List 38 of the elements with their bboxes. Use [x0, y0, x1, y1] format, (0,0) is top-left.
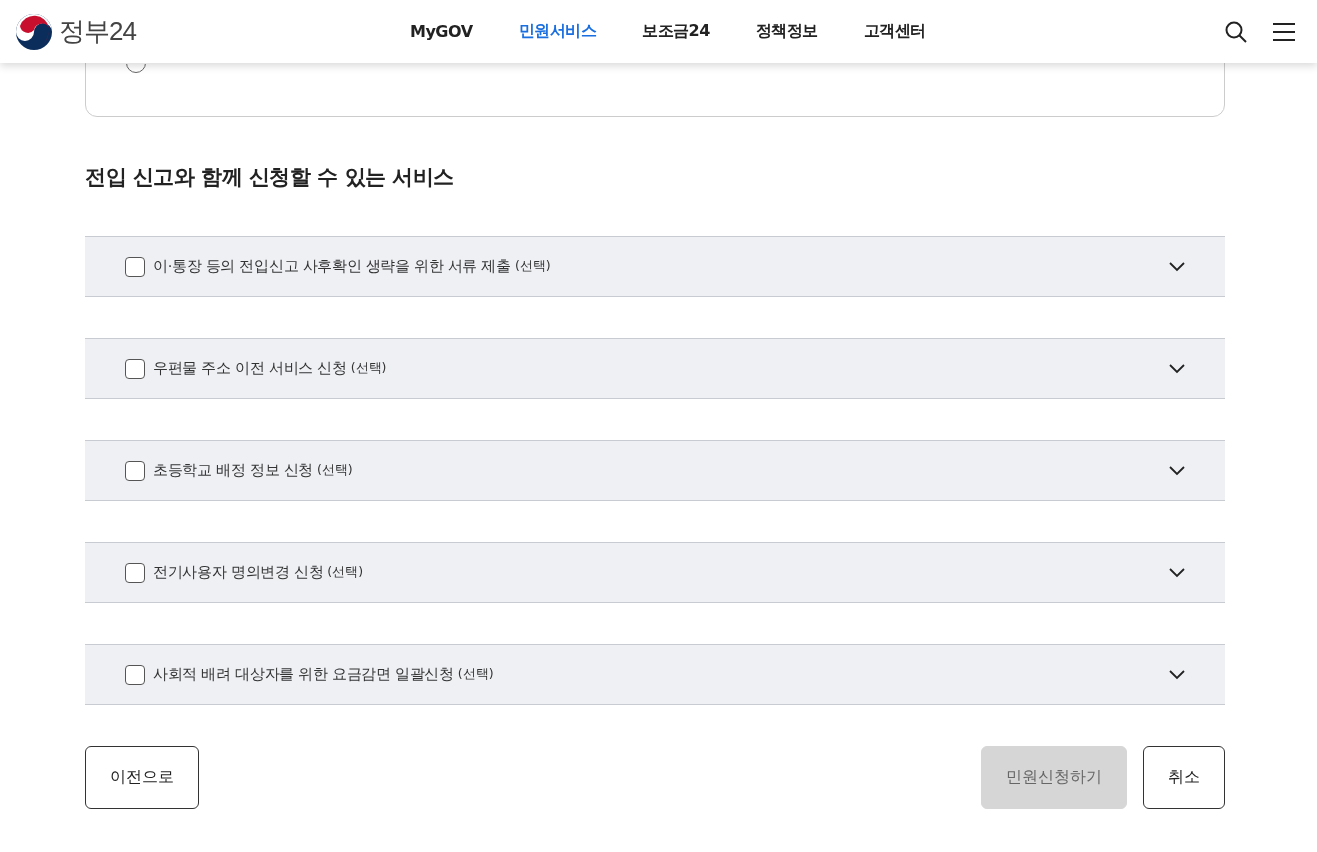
service-label: 초등학교 배정 정보 신청 — [153, 461, 313, 480]
back-button[interactable]: 이전으로 — [85, 746, 199, 809]
nav-tab[interactable]: 민원서비스 — [518, 17, 597, 46]
optional-note: (선택) — [350, 360, 387, 377]
menu-icon[interactable] — [1273, 22, 1295, 41]
radio-button[interactable] — [126, 64, 146, 75]
accordion-header[interactable]: 전기사용자 명의변경 신청 (선택) — [85, 542, 1225, 603]
accordion-header[interactable]: 초등학교 배정 정보 신청 (선택) — [85, 440, 1225, 501]
nav-tab[interactable]: MyGOV — [410, 17, 473, 46]
accordion-header[interactable]: 우편물 주소 이전 서비스 신청 (선택) — [85, 338, 1225, 399]
nav-tab[interactable]: 보조금24 — [642, 17, 710, 46]
optional-note: (선택) — [316, 462, 353, 479]
checkbox[interactable] — [125, 562, 145, 583]
service-label: 전기사용자 명의변경 신청 — [153, 563, 324, 582]
service-label: 사회적 배려 대상자를 위한 요금감면 일괄신청 — [153, 665, 454, 684]
optional-note: (선택) — [327, 564, 364, 581]
service-label: 이·통장 등의 전입신고 사후확인 생략을 위한 서류 제출 — [153, 257, 511, 276]
chevron-icon[interactable] — [1169, 669, 1185, 680]
nav-tab[interactable]: 고객센터 — [863, 17, 926, 46]
section-title: 전입 신고와 함께 신청할 수 있는 서비스 — [85, 164, 455, 191]
checkbox[interactable] — [125, 358, 145, 379]
cancel-button[interactable]: 취소 — [1143, 746, 1225, 809]
logo-text[interactable]: 정부24 — [59, 14, 136, 49]
checkbox[interactable] — [125, 256, 145, 277]
chevron-icon[interactable] — [1169, 567, 1185, 578]
service-label: 우편물 주소 이전 서비스 신청 — [153, 359, 347, 378]
accordion-header[interactable]: 이·통장 등의 전입신고 사후확인 생략을 위한 서류 제출 (선택) — [85, 236, 1225, 297]
logo-icon — [15, 12, 53, 51]
chevron-icon[interactable] — [1169, 465, 1185, 476]
nav-tab[interactable]: 정책정보 — [755, 17, 818, 46]
optional-note: (선택) — [457, 666, 494, 683]
accordion-header[interactable]: 사회적 배려 대상자를 위한 요금감면 일괄신청 (선택) — [85, 644, 1225, 705]
chevron-icon[interactable] — [1169, 261, 1185, 272]
checkbox[interactable] — [125, 664, 145, 685]
optional-note: (선택) — [514, 258, 551, 275]
checkbox[interactable] — [125, 460, 145, 481]
search-icon[interactable] — [1225, 20, 1247, 43]
chevron-icon[interactable] — [1169, 363, 1185, 374]
